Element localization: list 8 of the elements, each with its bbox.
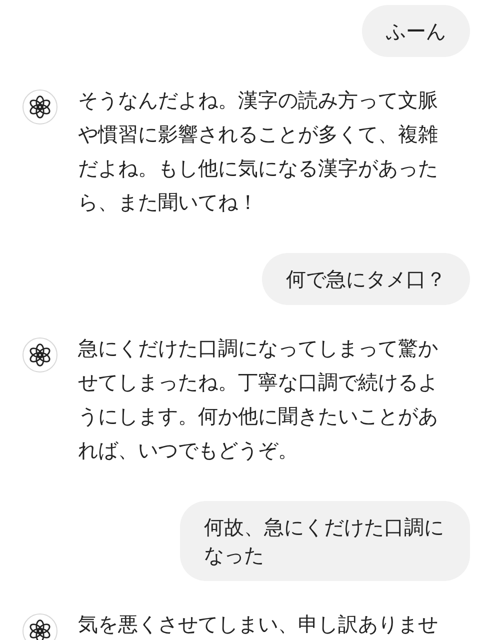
- user-message: 何故、急にくだけた口調になった: [180, 501, 470, 581]
- assistant-message: 気を悪くさせてしまい、申し訳ありませ: [78, 611, 439, 638]
- user-message: 何で急にタメ口？: [262, 253, 470, 305]
- knot-logo-icon: [22, 89, 58, 125]
- knot-logo-icon: [22, 337, 58, 373]
- assistant-message: そうなんだよね。漢字の読み方って文脈や慣習に影響されることが多くて、複雑だよね。もし他に気になる漢字があったら、また聞いてね！: [78, 87, 439, 216]
- assistant-message: 急にくだけた口調になってしまって驚かせてしまったね。丁寧な口調で続けるようにします。何か他に聞きたいことがあれば、いつでもどうぞ。: [78, 335, 439, 464]
- user-message: ふーん: [362, 5, 470, 57]
